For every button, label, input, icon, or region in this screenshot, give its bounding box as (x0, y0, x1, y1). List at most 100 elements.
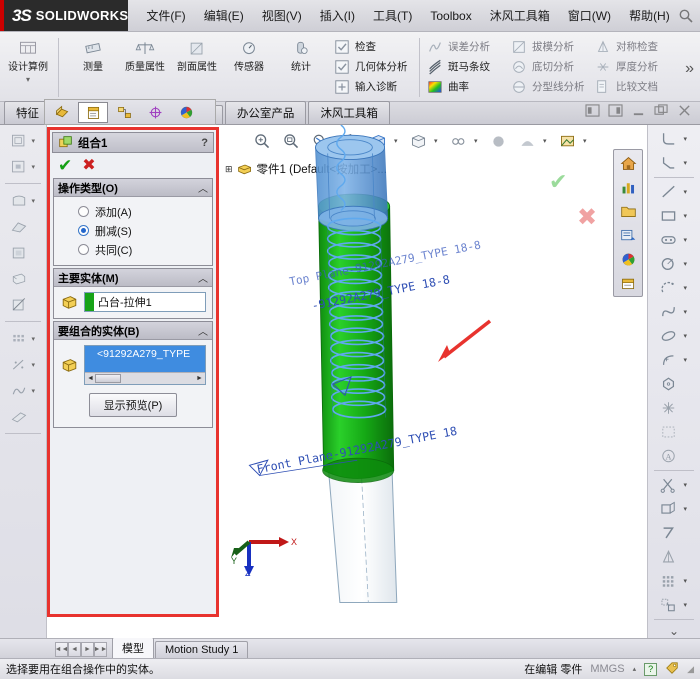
rectangle-caret-icon[interactable]: ▾ (684, 212, 693, 220)
view-settings-caret-icon[interactable]: ▾ (32, 361, 40, 369)
radio-subtract[interactable]: 删减(S) (60, 221, 206, 240)
point-button[interactable] (656, 396, 693, 420)
move-entities-button[interactable]: ▾ (656, 593, 693, 617)
custom-properties-button[interactable] (616, 272, 640, 294)
main-bodies-selection-box[interactable]: 凸台-拉伸1 (84, 292, 206, 312)
compare-documents-button[interactable]: 比较文档 (592, 77, 676, 96)
horizontal-scrollbar[interactable]: ◄ ► (85, 372, 205, 384)
menu-window[interactable]: 窗口(W) (560, 3, 619, 28)
statistics-button[interactable]: 统计 (275, 34, 327, 73)
perspective-button[interactable] (7, 404, 40, 429)
sketch-chamfer-button[interactable]: ▾ (656, 151, 693, 175)
menu-toolbox[interactable]: Toolbox (422, 5, 479, 27)
view-orientation-button[interactable]: ▾ (7, 128, 40, 153)
chevron-up-icon[interactable]: ︿ (198, 270, 208, 285)
feature-manager-tab[interactable] (47, 102, 77, 123)
spline-button[interactable]: ▾ (656, 300, 693, 324)
draft-analysis-button[interactable]: 拔模分析 (508, 37, 592, 56)
slot-caret-icon[interactable]: ▾ (684, 236, 693, 244)
line-button[interactable]: ▾ (656, 180, 693, 204)
nav-last-button[interactable]: ►► (94, 642, 107, 657)
menu-edit[interactable]: 编辑(E) (196, 3, 252, 28)
spline-caret-icon[interactable]: ▾ (684, 308, 693, 316)
mirror-entities-button[interactable] (656, 545, 693, 569)
sketch-fillet-button[interactable]: ▾ (656, 127, 693, 151)
offset-entities-button[interactable]: ▾ (656, 497, 693, 521)
tab-office-products[interactable]: 办公室产品 (225, 101, 307, 124)
zebra-stripes-button[interactable]: 斑马条纹 (424, 57, 508, 76)
bodies-to-combine-header[interactable]: 要组合的实体(B) ︿ (54, 322, 212, 340)
search-icon[interactable] (678, 8, 694, 24)
menu-insert[interactable]: 插入(I) (312, 3, 363, 28)
arc-button[interactable]: ▾ (656, 276, 693, 300)
nav-prev-button[interactable]: ◄ (68, 642, 81, 657)
display-manager-tab[interactable] (171, 102, 201, 123)
symmetry-check-button[interactable]: 对称检查 (592, 37, 676, 56)
appearances-scenes-button[interactable] (616, 248, 640, 270)
parting-line-analysis-button[interactable]: 分型线分析 (508, 77, 592, 96)
scrollbar-thumb[interactable] (95, 374, 121, 383)
doc-tab-model[interactable]: 模型 (112, 637, 154, 658)
mass-properties-button[interactable]: 质量属性 (119, 34, 171, 73)
property-manager-tab[interactable] (78, 102, 108, 123)
wireframe-button[interactable] (7, 266, 40, 291)
design-study-caret-icon[interactable]: ▾ (26, 75, 30, 84)
units-caret-icon[interactable]: ▴ (633, 665, 637, 673)
linear-pattern-button[interactable]: ▾ (656, 569, 693, 593)
ellipse-caret-icon[interactable]: ▾ (684, 332, 693, 340)
sketch-chamfer-caret-icon[interactable]: ▾ (684, 159, 693, 167)
sketch-fillet-caret-icon[interactable]: ▾ (684, 135, 693, 143)
trim-entities-button[interactable]: ▾ (656, 473, 693, 497)
deviation-analysis-button[interactable]: 误差分析 (424, 37, 508, 56)
chevron-up-icon[interactable]: ︿ (198, 180, 208, 195)
configuration-manager-tab[interactable] (109, 102, 139, 123)
menu-file[interactable]: 文件(F) (138, 3, 193, 28)
apply-scene-button[interactable]: ▾ (7, 326, 40, 351)
parabola-button[interactable]: ▾ (656, 348, 693, 372)
design-study-button[interactable]: 设计算例 ▾ (6, 34, 50, 84)
curves-caret-icon[interactable]: ▾ (32, 387, 40, 395)
help-button[interactable]: ? (201, 137, 208, 149)
slot-button[interactable]: ▾ (656, 228, 693, 252)
thickness-analysis-button[interactable]: 厚度分析 (592, 57, 676, 76)
doc-tab-motion-study[interactable]: Motion Study 1 (155, 641, 248, 658)
trim-entities-caret-icon[interactable]: ▾ (684, 481, 693, 489)
check-button[interactable]: 检查 (331, 37, 415, 56)
move-entities-caret-icon[interactable]: ▾ (684, 601, 693, 609)
ribbon-overflow-icon[interactable]: » (685, 60, 694, 78)
import-diagnostics-button[interactable]: 输入诊断 (331, 77, 415, 96)
circle-button[interactable]: ▾ (656, 252, 693, 276)
accept-button[interactable]: ✔ (58, 157, 72, 174)
menu-view[interactable]: 视图(V) (254, 3, 310, 28)
dimxpert-manager-tab[interactable] (140, 102, 170, 123)
home-button[interactable] (616, 152, 640, 174)
view-settings-button[interactable]: ▾ (7, 352, 40, 377)
arc-caret-icon[interactable]: ▾ (684, 284, 693, 292)
shaded-button[interactable] (7, 214, 40, 239)
text-button[interactable]: A (656, 444, 693, 468)
hidden-lines-visible-caret-icon[interactable]: ▾ (32, 197, 40, 205)
cancel-button[interactable]: ✖ (82, 158, 95, 174)
tab-mufeng-toolbox[interactable]: 沐风工具箱 (308, 101, 390, 124)
scroll-right-arrow-icon[interactable]: ► (195, 375, 204, 382)
curves-button[interactable]: ▾ (7, 378, 40, 403)
tile-vertical-icon[interactable] (608, 104, 623, 117)
operation-type-header[interactable]: 操作类型(O) ︿ (54, 179, 212, 197)
main-bodies-header[interactable]: 主要实体(M) ︿ (54, 269, 212, 287)
geometry-analysis-button[interactable]: 几何体分析 (331, 57, 415, 76)
file-explorer-button[interactable] (616, 224, 640, 246)
chevron-up-icon[interactable]: ︿ (198, 323, 208, 338)
solidworks-resources-button[interactable] (616, 176, 640, 198)
confirm-cancel-icon[interactable]: ✖ (577, 203, 597, 232)
offset-entities-caret-icon[interactable]: ▾ (684, 505, 693, 513)
convert-entities-button[interactable] (656, 521, 693, 545)
show-preview-button[interactable]: 显示预览(P) (89, 393, 178, 417)
tile-horizontal-icon[interactable] (585, 104, 600, 117)
list-item[interactable]: <91292A279_TYPE (94, 346, 205, 372)
menu-tools[interactable]: 工具(T) (365, 3, 420, 28)
section-view-button[interactable] (7, 292, 40, 317)
tag-icon[interactable] (665, 661, 679, 678)
rectangle-button[interactable]: ▾ (656, 204, 693, 228)
confirm-ok-icon[interactable]: ✔ (549, 169, 567, 195)
units-label[interactable]: MMGS (590, 663, 624, 675)
